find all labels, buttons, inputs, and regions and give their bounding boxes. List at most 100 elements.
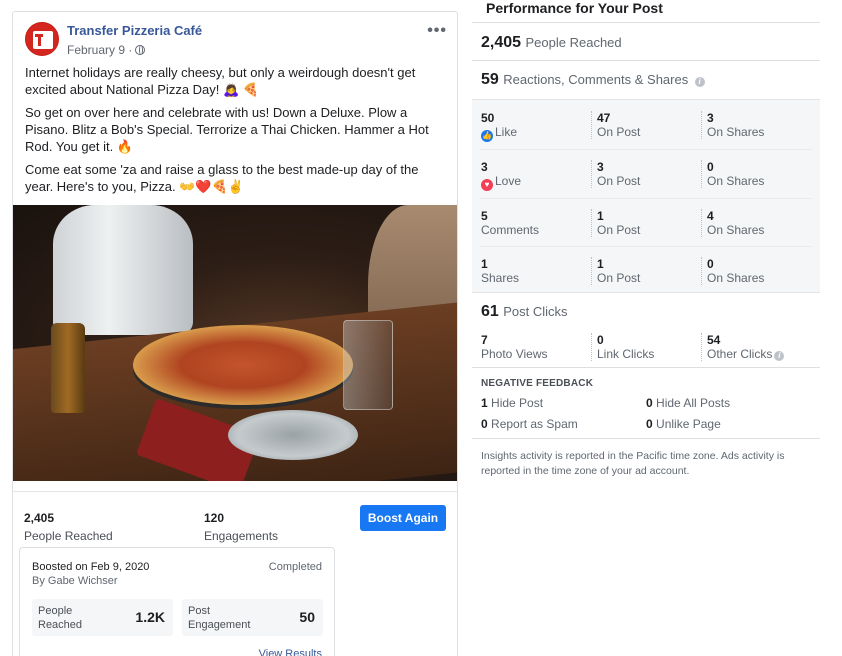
comments-on-shares: 4 On Shares: [707, 209, 764, 237]
like-on-shares-label: On Shares: [707, 125, 765, 139]
divider: [701, 111, 702, 139]
link-clicks-label: Link Clicks: [597, 347, 655, 361]
shares-on-shares-value: 0: [707, 257, 714, 271]
divider: [701, 160, 702, 188]
reactions-row: 59 Reactions, Comments & Shares i: [481, 71, 829, 89]
divider: [591, 160, 592, 188]
divider: [591, 209, 592, 237]
people-reached-label: People Reached: [525, 35, 622, 50]
neg-report-spam-value: 0: [481, 417, 488, 431]
photo-pizza: [133, 325, 353, 405]
breakdown-love: 3 ♥ Love: [481, 160, 521, 191]
info-icon[interactable]: i: [694, 77, 705, 87]
reached-label: People Reached: [24, 529, 113, 543]
other-clicks: 54 Other Clicks i: [707, 333, 785, 361]
reactions-label: Reactions, Comments & Shares: [503, 72, 689, 87]
love-label: Love: [495, 174, 522, 188]
like-on-shares-value: 3: [707, 111, 714, 125]
photo-person: [53, 205, 193, 335]
globe-icon: [135, 45, 146, 55]
engagements-value: 120: [204, 511, 225, 525]
reactions-value: 59: [481, 71, 499, 88]
photo-plate: [228, 410, 358, 460]
love-on-shares-label: On Shares: [707, 174, 765, 188]
neg-hide-all-value: 0: [646, 396, 653, 410]
post-photo[interactable]: [13, 205, 457, 481]
boost-engagement-box: Post Engagement 50: [182, 599, 323, 636]
divider: [480, 149, 812, 150]
neg-unlike-page-label: Unlike Page: [656, 417, 721, 431]
love-on-post-value: 3: [597, 160, 604, 174]
photo-views-value: 7: [481, 333, 488, 347]
love-on-post: 3 On Post: [597, 160, 640, 188]
comments-on-shares-label: On Shares: [707, 223, 765, 237]
photo-views: 7 Photo Views: [481, 333, 548, 361]
comments-on-post-value: 1: [597, 209, 604, 223]
post-stats: 2,405 People Reached 120 Engagements Boo…: [13, 491, 457, 543]
divider: [701, 333, 702, 361]
post-paragraph: Internet holidays are really cheesy, but…: [25, 65, 416, 97]
like-label: Like: [495, 125, 518, 139]
shares-on-shares: 0 On Shares: [707, 257, 764, 285]
shares-on-post: 1 On Post: [597, 257, 640, 285]
engagements-label: Engagements: [204, 529, 279, 543]
divider: [701, 257, 702, 285]
post-paragraph: So get on over here and celebrate with u…: [25, 105, 429, 154]
neg-hide-all-label: Hide All Posts: [656, 396, 731, 410]
comments-label: Comments: [481, 223, 540, 237]
love-reaction-icon: ♥: [481, 179, 493, 191]
info-icon[interactable]: i: [774, 351, 785, 361]
like-total: 50: [481, 111, 495, 125]
boost-again-button[interactable]: Boost Again: [360, 505, 446, 531]
post-clicks-label: Post Clicks: [503, 304, 568, 319]
performance-panel: 2,405 People Reached 59 Reactions, Comme…: [472, 22, 820, 656]
love-on-shares: 0 On Shares: [707, 160, 764, 188]
breakdown-shares: 1 Shares: [481, 257, 519, 285]
comments-total: 5: [481, 209, 488, 223]
boost-engagement-label: Post Engagement: [188, 605, 251, 631]
neg-hide-post: 1 Hide Post: [481, 396, 543, 410]
divider: [480, 246, 812, 247]
view-results-link[interactable]: View Results: [259, 648, 322, 656]
boost-reached-value: 1.2K: [135, 609, 165, 625]
divider: [472, 438, 820, 439]
people-reached-row: 2,405 People Reached: [481, 34, 829, 52]
link-clicks-value: 0: [597, 333, 604, 347]
page-name-link[interactable]: Transfer Pizzeria Café: [67, 23, 202, 38]
performance-title: Performance for Your Post: [486, 0, 663, 16]
post-header: Transfer Pizzeria Café February 9 · •••: [13, 12, 457, 64]
post-card: Transfer Pizzeria Café February 9 · ••• …: [12, 11, 458, 656]
neg-unlike-page-value: 0: [646, 417, 653, 431]
love-total: 3: [481, 160, 488, 174]
divider: [591, 257, 592, 285]
people-reached-value: 2,405: [481, 34, 522, 51]
photo-views-label: Photo Views: [481, 347, 548, 361]
post-meta: February 9 ·: [67, 43, 146, 57]
breakdown-like: 50 👍 Like: [481, 111, 517, 142]
reactions-breakdown: 50 👍 Like 47 On Post 3 On Shares 3 ♥ Love …: [472, 99, 820, 293]
post-date[interactable]: February 9 ·: [67, 43, 132, 57]
breakdown-comments: 5 Comments: [481, 209, 539, 237]
boost-reached-label: People Reached: [38, 605, 83, 631]
like-on-shares: 3 On Shares: [707, 111, 764, 139]
more-options-icon[interactable]: •••: [427, 22, 447, 40]
divider: [472, 60, 820, 61]
like-on-post-label: On Post: [597, 125, 641, 139]
shares-on-shares-label: On Shares: [707, 271, 765, 285]
boost-status: Completed: [268, 561, 322, 573]
shares-on-post-value: 1: [597, 257, 604, 271]
page-logo-icon[interactable]: [25, 22, 59, 56]
photo-glass: [343, 320, 393, 410]
post-clicks-value: 61: [481, 303, 499, 320]
post-clicks-row: 61 Post Clicks: [481, 303, 829, 321]
divider: [701, 209, 702, 237]
shares-on-post-label: On Post: [597, 271, 641, 285]
boost-title: Boosted on Feb 9, 2020: [32, 561, 150, 573]
neg-hide-post-value: 1: [481, 396, 488, 410]
divider: [591, 333, 592, 361]
photo-bottle: [51, 323, 85, 413]
divider: [472, 367, 820, 368]
boost-summary-card: Boosted on Feb 9, 2020 By Gabe Wichser C…: [19, 547, 335, 656]
other-clicks-label: Other Clicks: [707, 347, 773, 361]
link-clicks: 0 Link Clicks: [597, 333, 654, 361]
